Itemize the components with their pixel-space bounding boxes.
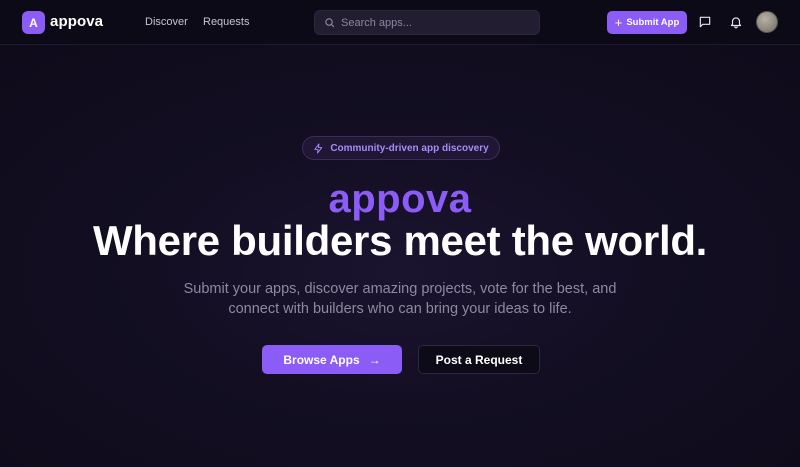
user-avatar[interactable]	[756, 11, 778, 33]
browse-apps-button[interactable]: Browse Apps →	[262, 345, 402, 374]
plus-icon: +	[614, 15, 623, 30]
bell-icon[interactable]	[729, 15, 743, 29]
nav-link-discover[interactable]: Discover	[145, 16, 188, 28]
post-request-button[interactable]: Post a Request	[418, 345, 540, 374]
nav-link-requests[interactable]: Requests	[203, 16, 249, 28]
hero-title: Where builders meet the world.	[92, 217, 708, 264]
hero-subtitle-line-1: Submit your apps, discover amazing proje…	[183, 281, 617, 297]
search-icon	[325, 18, 335, 28]
browse-apps-label: Browse Apps	[283, 352, 360, 367]
logo-text[interactable]: appova	[50, 13, 103, 30]
message-icon[interactable]	[698, 15, 712, 29]
hero-subtitle-line-2: connect with builders who can bring your…	[228, 301, 572, 317]
search-bar[interactable]	[314, 10, 540, 35]
hero-subtitle: Submit your apps, discover amazing proje…	[150, 279, 650, 319]
submit-app-label: Submit App	[626, 17, 680, 28]
search-input[interactable]	[341, 16, 531, 29]
arrow-right-icon: →	[368, 352, 381, 367]
lightning-icon	[314, 142, 323, 154]
hero-badge: Community-driven app discovery	[302, 136, 500, 160]
logo-mark[interactable]: A	[22, 11, 45, 34]
submit-app-button[interactable]: + Submit App	[607, 11, 687, 34]
top-nav-bar: A appova Discover Requests + Submit App	[0, 0, 800, 45]
hero-badge-text: Community-driven app discovery	[330, 142, 489, 154]
